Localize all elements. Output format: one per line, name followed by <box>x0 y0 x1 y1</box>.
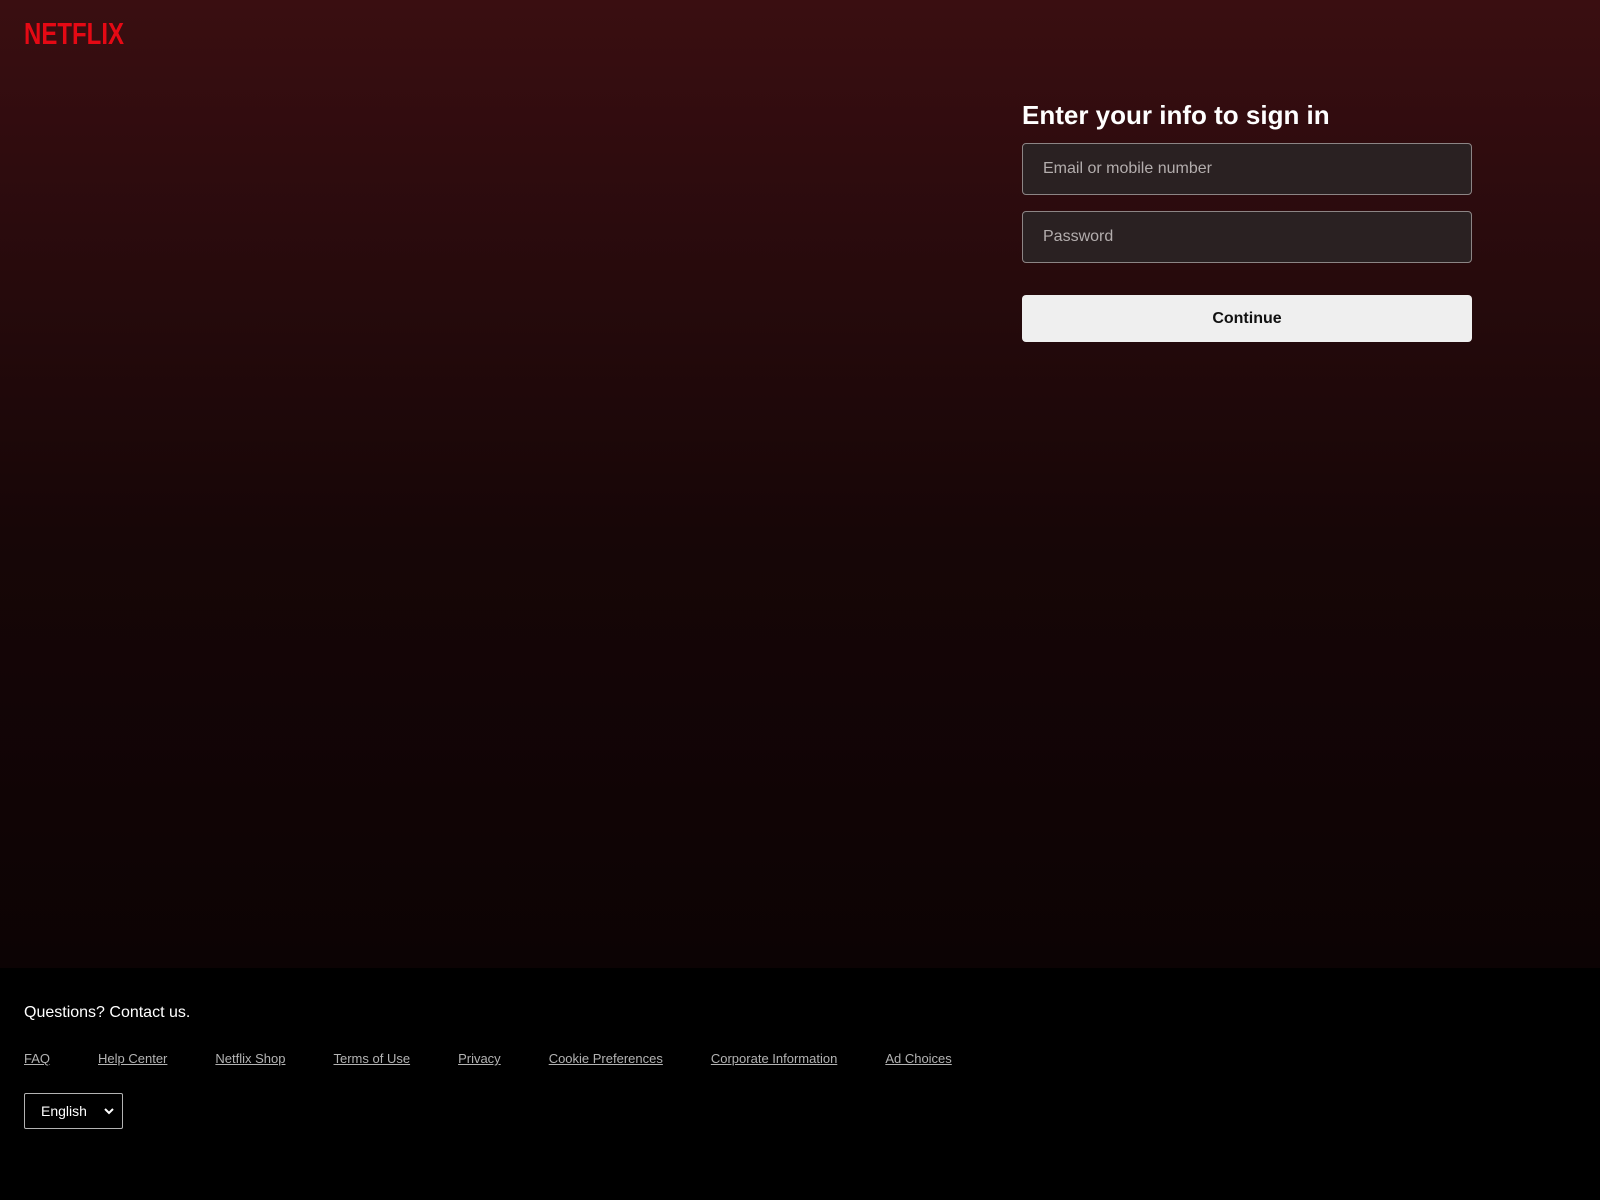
svg-text:NETFLIX: NETFLIX <box>24 16 124 50</box>
email-field[interactable] <box>1022 143 1472 195</box>
footer-link-item: Help Center <box>98 1050 215 1068</box>
footer-link-privacy[interactable]: Privacy <box>458 1051 501 1066</box>
footer-link-faq[interactable]: FAQ <box>24 1051 50 1066</box>
language-select[interactable]: English <box>24 1093 123 1129</box>
footer <box>0 968 1600 1200</box>
footer-link-cookie-preferences[interactable]: Cookie Preferences <box>549 1051 663 1066</box>
footer-link-terms-of-use[interactable]: Terms of Use <box>333 1051 410 1066</box>
language-selected: English <box>41 1103 87 1119</box>
footer-link-item: FAQ <box>24 1050 98 1068</box>
sign-in-title: Enter your info to sign in <box>1022 100 1330 130</box>
footer-link-netflix-shop[interactable]: Netflix Shop <box>215 1051 285 1066</box>
footer-link-ad-choices[interactable]: Ad Choices <box>885 1051 951 1066</box>
footer-link-item: Netflix Shop <box>215 1050 333 1068</box>
footer-link-corporate-information[interactable]: Corporate Information <box>711 1051 837 1066</box>
continue-button[interactable]: Continue <box>1022 295 1472 342</box>
contact-text[interactable]: Questions? Contact us. <box>24 1004 190 1022</box>
password-field[interactable] <box>1022 211 1472 263</box>
chevron-down-icon <box>96 1093 122 1129</box>
footer-link-help-center[interactable]: Help Center <box>98 1051 167 1066</box>
footer-link-item: Cookie Preferences <box>549 1050 711 1068</box>
footer-link-item: Ad Choices <box>885 1050 999 1068</box>
hero-background: NETFLIX Enter your info to sign in Conti… <box>0 0 1600 968</box>
netflix-logo-icon: NETFLIX <box>24 16 124 50</box>
sign-in-form: Enter your info to sign in Continue <box>1022 98 1472 342</box>
footer-link-item: Privacy <box>458 1050 549 1068</box>
footer-link-item: Terms of Use <box>333 1050 458 1068</box>
netflix-logo[interactable]: NETFLIX <box>24 14 124 50</box>
footer-links: FAQ Help Center Netflix Shop Terms of Us… <box>24 1050 1000 1068</box>
footer-link-item: Corporate Information <box>711 1050 885 1068</box>
